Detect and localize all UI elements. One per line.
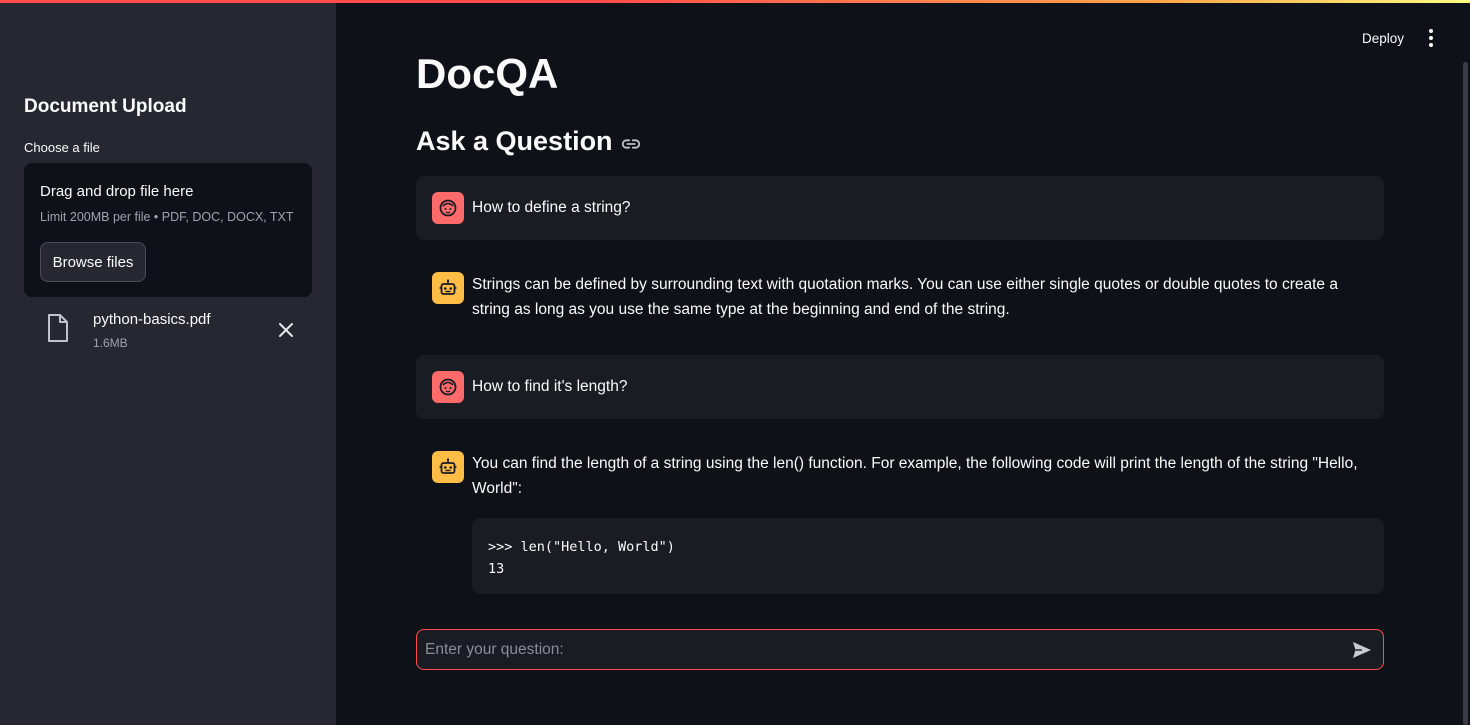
section-heading-text: Ask a Question [416, 126, 613, 156]
user-avatar-icon [432, 371, 464, 403]
uploaded-file-item: python-basics.pdf 1.6MB [24, 304, 312, 356]
dropzone-limit-text: Limit 200MB per file • PDF, DOC, DOCX, T… [40, 210, 294, 224]
browse-files-button[interactable]: Browse files [40, 242, 146, 282]
chat-message-assistant: You can find the length of a string usin… [416, 435, 1384, 605]
send-icon[interactable] [1351, 639, 1373, 661]
sidebar: Document Upload Choose a file Drag and d… [0, 0, 336, 725]
message-text: Strings can be defined by surrounding te… [472, 276, 1338, 318]
face-icon [439, 199, 457, 217]
file-uploader-label: Choose a file [24, 140, 100, 155]
page-title: DocQA [416, 50, 559, 97]
robot-icon [439, 458, 457, 474]
main-scrollbar[interactable] [1463, 62, 1468, 725]
chat-message-user: How to find it's length? [416, 355, 1384, 419]
link-icon[interactable] [620, 133, 642, 155]
file-dropzone[interactable]: Drag and drop file here Limit 200MB per … [24, 163, 312, 297]
question-input[interactable] [425, 630, 1335, 669]
message-text: How to define a string? [472, 199, 631, 216]
more-vertical-icon[interactable] [1420, 26, 1442, 50]
robot-icon [439, 279, 457, 295]
uploaded-file-size: 1.6MB [93, 336, 128, 350]
chat-message-assistant: Strings can be defined by surrounding te… [416, 256, 1384, 338]
chat-input-container [416, 629, 1384, 670]
deploy-button[interactable]: Deploy [1353, 26, 1413, 50]
file-icon [48, 314, 68, 342]
uploaded-file-name: python-basics.pdf [93, 311, 211, 328]
dropzone-title: Drag and drop file here [40, 183, 194, 200]
face-icon [439, 378, 457, 396]
assistant-avatar-icon [432, 272, 464, 304]
top-decoration-bar [0, 0, 1470, 3]
sidebar-title: Document Upload [24, 96, 187, 117]
message-text: You can find the length of a string usin… [472, 455, 1358, 497]
assistant-avatar-icon [432, 451, 464, 483]
code-block: >>> len("Hello, World") 13 [472, 518, 1384, 594]
section-heading: Ask a Question [416, 126, 642, 157]
close-icon[interactable] [276, 320, 296, 340]
message-text: How to find it's length? [472, 378, 628, 395]
chat-message-user: How to define a string? [416, 176, 1384, 240]
user-avatar-icon [432, 192, 464, 224]
